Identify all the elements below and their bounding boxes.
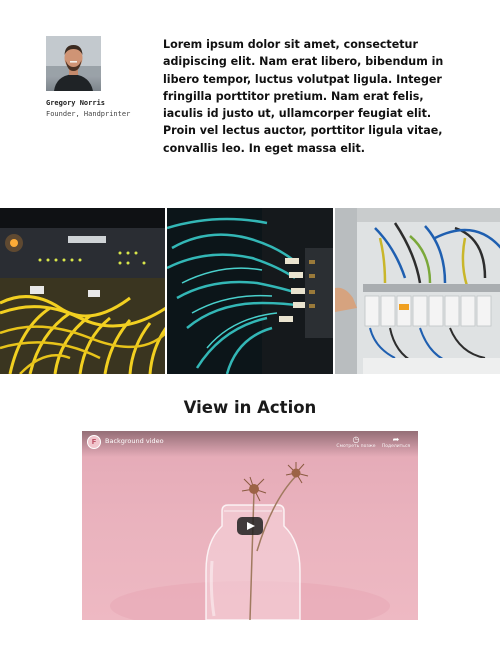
watch-later-icon: ◷	[352, 435, 360, 444]
share-icon: ➦	[392, 435, 400, 444]
section-title: View in Action	[183, 398, 317, 417]
video-title[interactable]: Background video	[105, 437, 164, 445]
watch-later-button[interactable]: ◷ Смотреть позже	[336, 435, 376, 450]
server-rack-cables-photo	[0, 208, 166, 374]
author-role: Founder, Handprinter	[46, 110, 131, 118]
share-label: Поделиться	[381, 444, 411, 449]
fiber-optic-cables-photo	[167, 208, 333, 374]
testimonial-quote: Lorem ipsum dolor sit amet, consectetur …	[163, 38, 444, 155]
author-name: Gregory Norris	[46, 99, 106, 107]
watch-later-label: Смотреть позже	[336, 444, 376, 449]
play-button[interactable]	[237, 517, 263, 535]
channel-logo[interactable]: F	[87, 435, 101, 449]
photo-gallery	[0, 208, 500, 374]
share-button[interactable]: ➦ Поделиться	[376, 435, 416, 450]
electrical-panel-photo	[334, 208, 500, 374]
author-avatar	[46, 36, 101, 91]
play-icon	[247, 522, 255, 530]
